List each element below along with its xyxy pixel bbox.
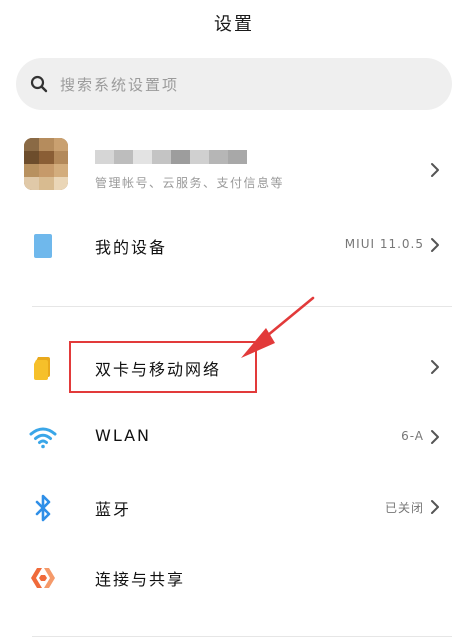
row-bluetooth[interactable]: 蓝牙 已关闭 (0, 478, 468, 538)
bottom-divider (32, 636, 452, 637)
account-row[interactable] (0, 136, 468, 202)
row-value: MIUI 11.0.5 (344, 237, 424, 251)
row-value: 6-A (401, 429, 424, 443)
chevron-right-icon (431, 360, 439, 374)
connect-share-icon (26, 560, 60, 596)
chevron-right-icon (431, 500, 439, 514)
phone-icon (26, 228, 60, 264)
chevron-right-icon (431, 163, 439, 177)
page-title: 设置 (214, 14, 254, 35)
search-bar[interactable]: 搜索系统设置项 (16, 58, 452, 110)
row-wlan[interactable]: WLAN 6-A (0, 408, 468, 468)
row-my-device[interactable]: 我的设备 MIUI 11.0.5 (0, 216, 468, 276)
chevron-right-icon (431, 430, 439, 444)
row-value: 已关闭 (384, 501, 424, 515)
highlight-box (69, 341, 257, 393)
row-label: 蓝牙 (95, 500, 132, 519)
account-subtitle: 管理帐号、云服务、支付信息等 (95, 176, 285, 190)
search-placeholder: 搜索系统设置项 (60, 75, 180, 94)
search-icon (30, 75, 48, 93)
bluetooth-icon (26, 490, 60, 526)
row-label: 我的设备 (95, 238, 168, 257)
row-label: 连接与共享 (95, 570, 186, 589)
sim-card-icon (26, 350, 60, 386)
row-label: WLAN (95, 426, 152, 445)
avatar (24, 138, 68, 190)
chevron-right-icon (431, 238, 439, 252)
account-name-redacted (95, 150, 247, 164)
wifi-icon (26, 420, 60, 456)
row-connect-share[interactable]: 连接与共享 (0, 548, 468, 608)
section-divider (32, 306, 452, 307)
